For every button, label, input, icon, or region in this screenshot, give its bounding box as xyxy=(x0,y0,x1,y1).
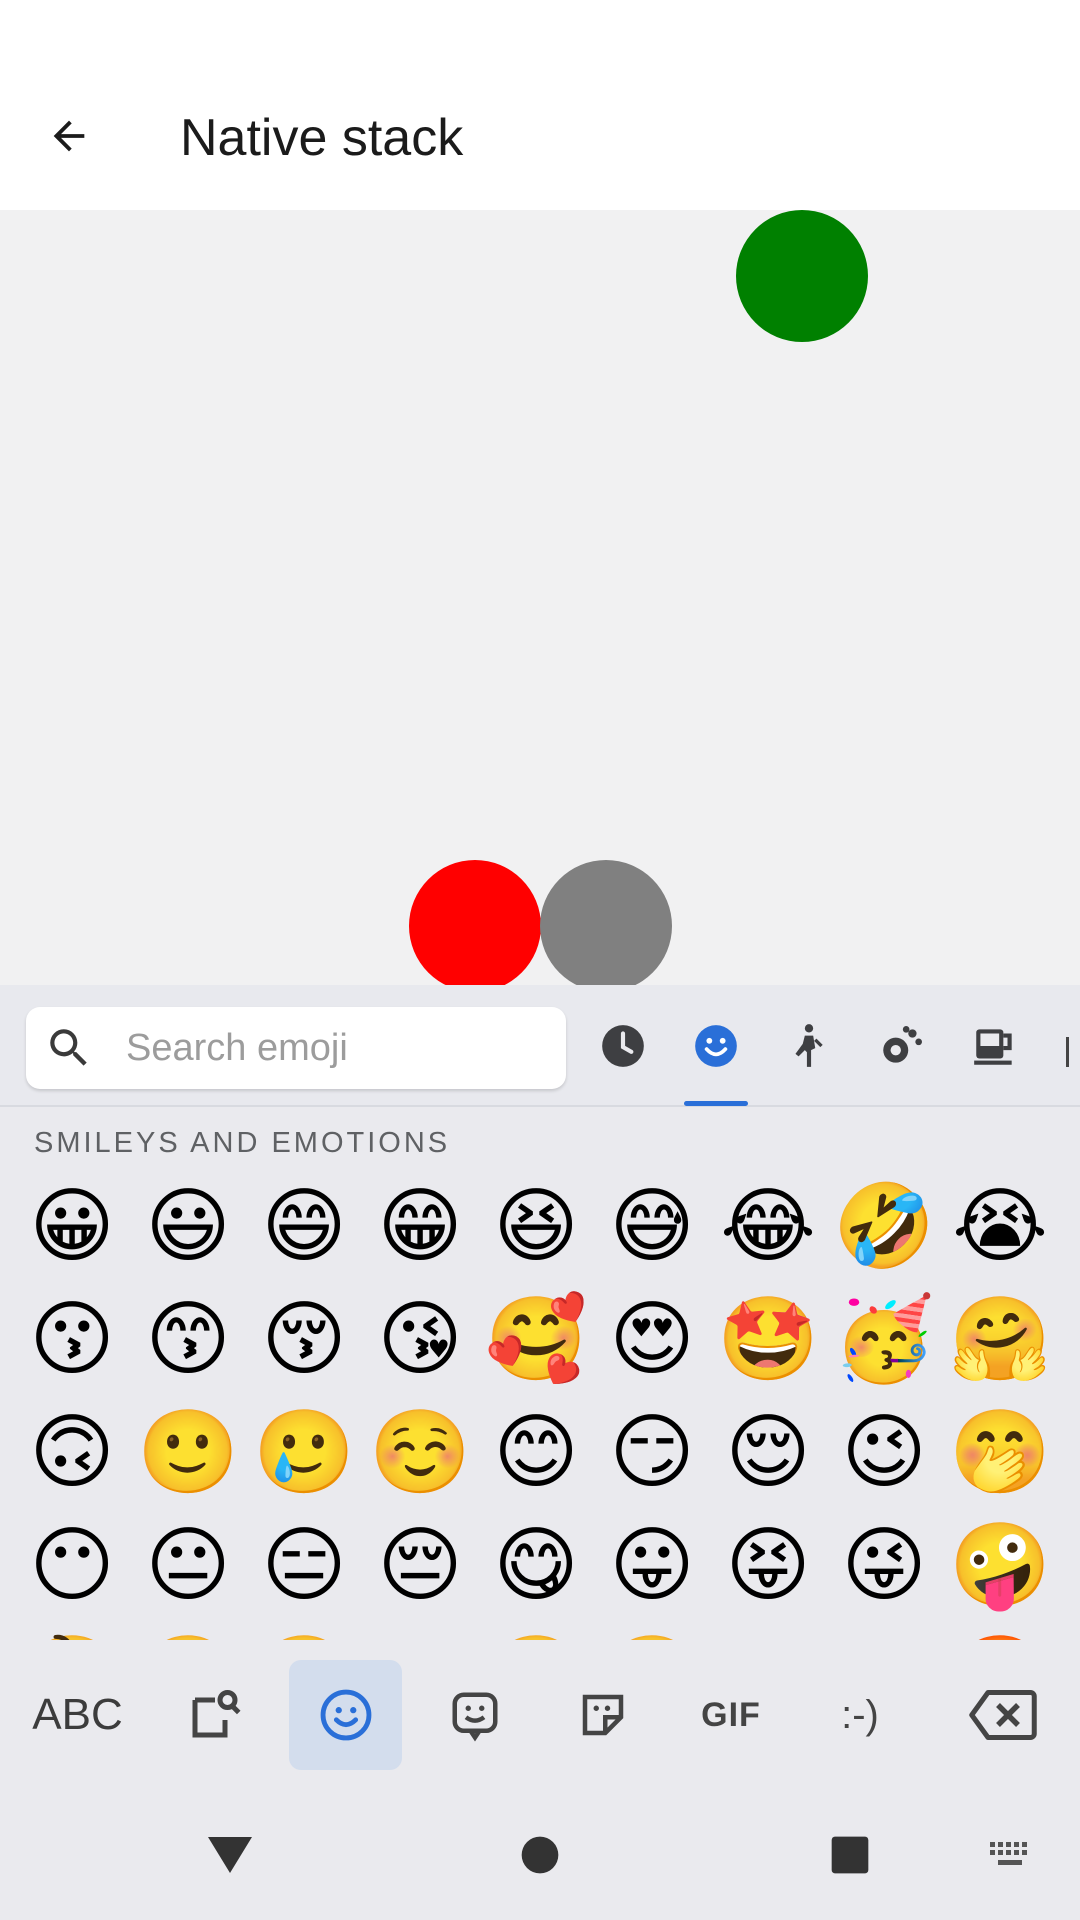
backspace-icon xyxy=(968,1690,1037,1740)
red-circle xyxy=(409,860,541,992)
keyboard-icon xyxy=(990,1842,1027,1865)
emoji-key[interactable]: 😍 xyxy=(594,1283,710,1396)
gif-button[interactable]: GIF xyxy=(686,1660,776,1770)
emoji-key[interactable]: 😜 xyxy=(826,1509,942,1622)
emoji-key[interactable]: 😭 xyxy=(942,1170,1058,1283)
emoji-search-input[interactable] xyxy=(124,1025,548,1071)
gray-circle xyxy=(540,860,672,992)
arrow-left-icon xyxy=(53,120,85,152)
emoji-key[interactable]: 😝 xyxy=(710,1509,826,1622)
cup-icon xyxy=(974,1029,1012,1065)
emoji-key[interactable]: 😆 xyxy=(478,1170,594,1283)
smiley-outline-icon xyxy=(320,1689,371,1741)
emoji-key[interactable]: 🤩 xyxy=(710,1283,826,1396)
clock-icon xyxy=(602,1025,644,1067)
emoji-category-bar xyxy=(0,985,1080,1107)
sticker-face-icon xyxy=(452,1692,498,1742)
emoji-key[interactable]: 🤗 xyxy=(942,1283,1058,1396)
emoji-key[interactable]: 🤔 xyxy=(14,1622,130,1640)
emoji-key[interactable]: 😋 xyxy=(478,1509,594,1622)
emoji-key[interactable]: 😄 xyxy=(246,1170,362,1283)
emoji-key[interactable]: 😙 xyxy=(130,1283,246,1396)
emoji-key[interactable]: 🙄 xyxy=(478,1622,594,1640)
emoji-key[interactable]: 🥲 xyxy=(246,1396,362,1509)
emoji-key[interactable]: 😚 xyxy=(246,1283,362,1396)
emoji-key[interactable]: 🤨 xyxy=(130,1622,246,1640)
category-tab-animals[interactable] xyxy=(864,1007,940,1085)
backspace-button[interactable] xyxy=(960,1660,1045,1770)
keyboard-switch-button[interactable] xyxy=(980,1820,1040,1890)
emoji-key[interactable]: 😏 xyxy=(594,1396,710,1509)
nav-home-button[interactable] xyxy=(510,1820,570,1890)
emoji-key[interactable]: 😊 xyxy=(478,1396,594,1509)
triangle-down-icon xyxy=(208,1837,252,1873)
person-walking-icon xyxy=(795,1024,823,1067)
emoji-keyboard: SMILEYS AND EMOTIONS 😀😃😄😁😆😅😂🤣😭 😗😙😚😘🥰😍🤩🥳🤗 🙃… xyxy=(0,985,1080,1920)
emoji-key[interactable]: 🤭 xyxy=(942,1396,1058,1509)
emoticon-button[interactable]: :-) xyxy=(815,1660,905,1770)
emoji-key[interactable]: 🥳 xyxy=(826,1283,942,1396)
emoji-key[interactable]: 😃 xyxy=(130,1170,246,1283)
circle-home-icon xyxy=(521,1836,559,1874)
emoji-key[interactable]: ☺️ xyxy=(362,1396,478,1509)
emoji-key[interactable]: 😉 xyxy=(826,1396,942,1509)
category-tab-people[interactable] xyxy=(771,1007,847,1085)
page-title: Native stack xyxy=(180,109,464,167)
emoji-search-mode-button[interactable] xyxy=(170,1660,260,1770)
sticker-icon xyxy=(582,1694,624,1736)
app-header: Native stack xyxy=(0,0,1080,210)
emoji-key[interactable]: 😒 xyxy=(362,1622,478,1640)
square-recents-icon xyxy=(831,1836,869,1874)
emoji-key[interactable]: 🤪 xyxy=(942,1509,1058,1622)
emoji-key[interactable]: 😤 xyxy=(594,1622,710,1640)
nav-back-button[interactable] xyxy=(200,1820,260,1890)
emoji-key[interactable]: 😗 xyxy=(14,1283,130,1396)
emoji-key[interactable]: 😑 xyxy=(246,1509,362,1622)
system-nav-bar xyxy=(0,1790,1080,1920)
emoji-key[interactable]: 😘 xyxy=(362,1283,478,1396)
category-selected-indicator xyxy=(684,1101,748,1106)
category-tab-smileys[interactable] xyxy=(678,1007,754,1085)
emoji-key[interactable]: 😛 xyxy=(594,1509,710,1622)
category-tab-recent[interactable] xyxy=(585,1007,661,1085)
emoji-grid: 😀😃😄😁😆😅😂🤣😭 😗😙😚😘🥰😍🤩🥳🤗 🙃🙂🥲☺️😊😏😌😉🤭 😶😐😑😔😋😛😝😜🤪 🤔🤨🧐… xyxy=(14,1170,1074,1640)
category-overflow-indicator xyxy=(1066,1037,1069,1067)
emoji-key[interactable]: 😁 xyxy=(362,1170,478,1283)
nav-recents-button[interactable] xyxy=(820,1820,880,1890)
emoji-key[interactable]: 🙂 xyxy=(130,1396,246,1509)
emoji-key[interactable]: 😶 xyxy=(14,1509,130,1622)
emoji-key[interactable]: 😂 xyxy=(710,1170,826,1283)
emoji-key[interactable]: 🙃 xyxy=(14,1396,130,1509)
emoji-search-box[interactable] xyxy=(26,1007,566,1089)
emoji-key[interactable]: 😅 xyxy=(594,1170,710,1283)
bear-paw-icon xyxy=(883,1026,922,1063)
abc-button[interactable]: ABC xyxy=(20,1660,135,1770)
section-title: SMILEYS AND EMOTIONS xyxy=(34,1127,451,1159)
green-circle xyxy=(736,210,868,342)
emoji-key[interactable]: 😐 xyxy=(130,1509,246,1622)
search-icon xyxy=(50,1029,87,1066)
smiley-icon xyxy=(695,1025,737,1067)
emoji-key[interactable]: 🤬 xyxy=(942,1622,1058,1640)
emoji-mode-button[interactable] xyxy=(289,1660,402,1770)
keyboard-bottom-bar: ABC GIF:-) xyxy=(0,1660,1080,1790)
content-area xyxy=(0,210,1080,992)
emoji-key[interactable]: 🤣 xyxy=(826,1170,942,1283)
emoji-key[interactable]: 😡 xyxy=(826,1622,942,1640)
sticker-button[interactable] xyxy=(558,1660,648,1770)
category-tab-food[interactable] xyxy=(957,1007,1033,1085)
emoji-key[interactable]: 😌 xyxy=(710,1396,826,1509)
emoji-kitchen-button[interactable] xyxy=(430,1660,520,1770)
emoji-key[interactable]: 🧐 xyxy=(246,1622,362,1640)
emoji-key[interactable]: 😔 xyxy=(362,1509,478,1622)
emoji-key[interactable]: 😀 xyxy=(14,1170,130,1283)
sticker-search-icon xyxy=(192,1690,241,1738)
back-button[interactable] xyxy=(38,105,100,167)
emoji-key[interactable]: 😠 xyxy=(710,1622,826,1640)
emoji-key[interactable]: 🥰 xyxy=(478,1283,594,1396)
